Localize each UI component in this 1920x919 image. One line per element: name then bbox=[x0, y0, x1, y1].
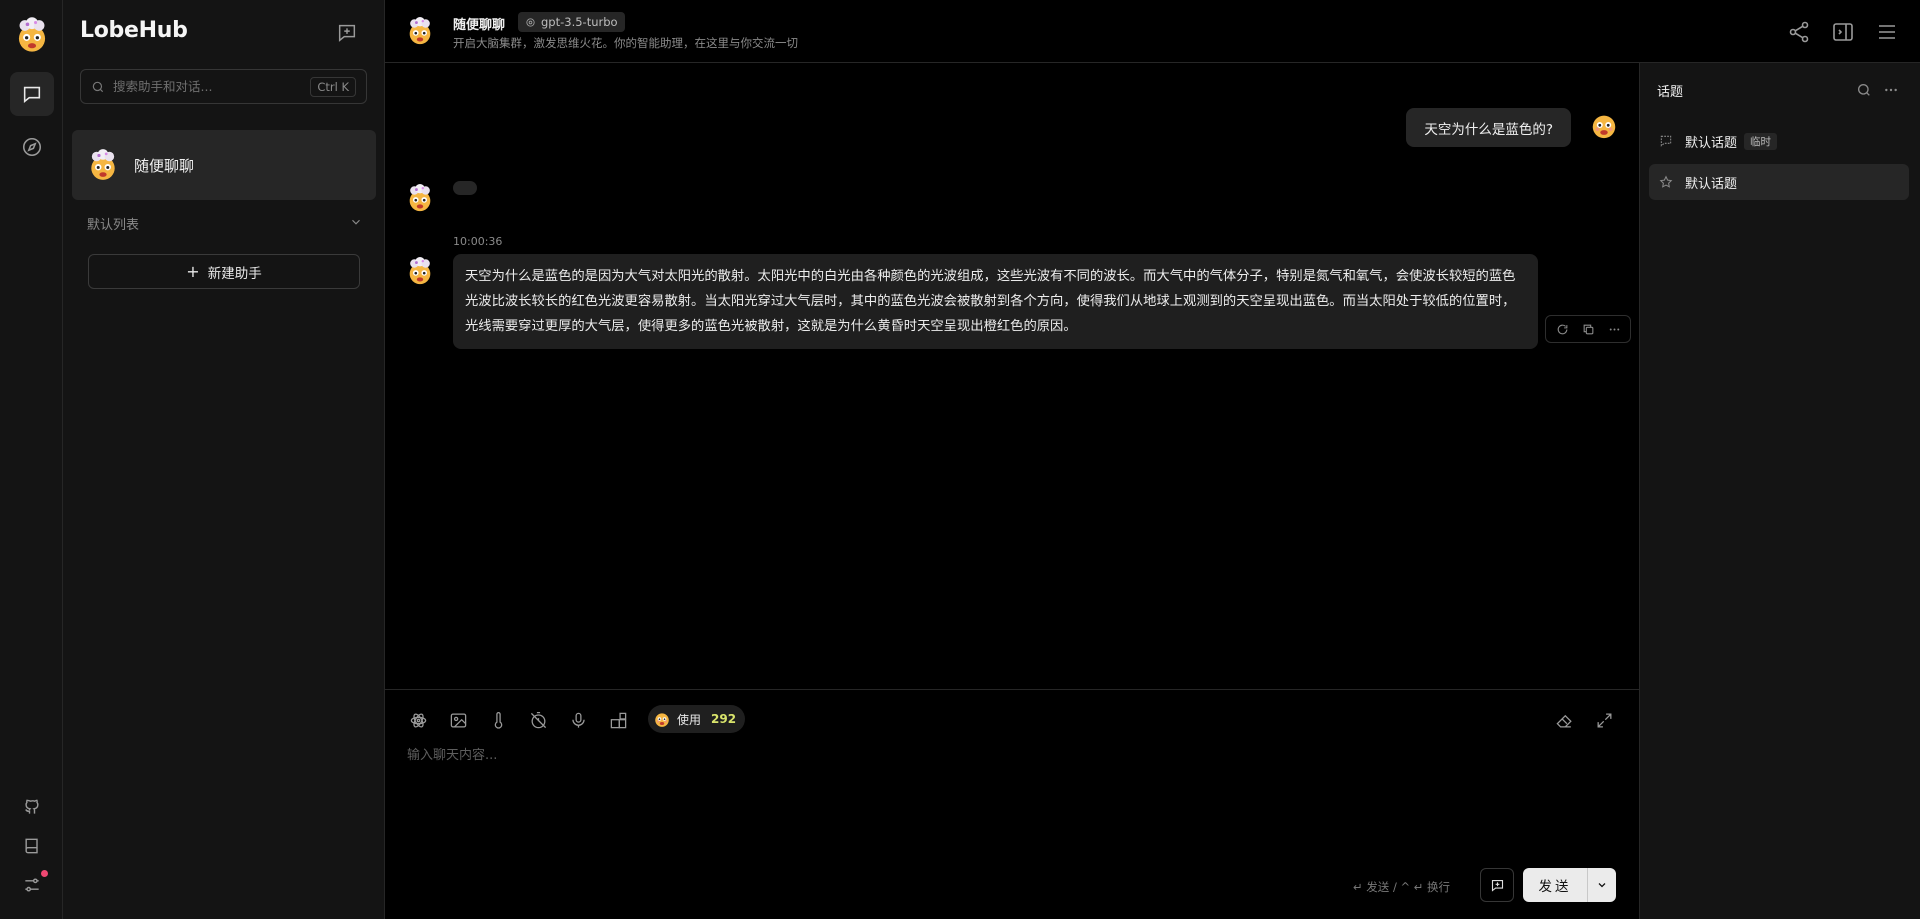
image-icon bbox=[450, 713, 466, 727]
user-message-avatar-icon bbox=[1592, 115, 1616, 139]
assistant-avatar-icon bbox=[409, 256, 431, 285]
chevron-down-icon bbox=[1598, 883, 1606, 888]
token-count: 292 bbox=[711, 712, 737, 726]
model-name: gpt-3.5-turbo bbox=[541, 15, 618, 29]
eraser-icon bbox=[1555, 714, 1572, 727]
user-avatar-icon[interactable] bbox=[13, 16, 51, 54]
topic-label: 默认话题 bbox=[1685, 135, 1738, 151]
fullscreen-button[interactable] bbox=[1593, 709, 1615, 731]
github-icon bbox=[25, 799, 39, 814]
model-tag[interactable]: gpt-3.5-turbo bbox=[518, 12, 625, 32]
session-name: 随便聊聊 bbox=[134, 156, 195, 175]
assistant-message: 天空为什么是蓝色的是因为大气对太阳光的散射。太阳光中的白光由各种颜色的光波组成，… bbox=[453, 254, 1538, 349]
notification-dot bbox=[41, 870, 48, 877]
token-emoji-icon bbox=[655, 713, 669, 727]
settings-button[interactable] bbox=[20, 870, 48, 897]
send-as-user-button[interactable] bbox=[1480, 868, 1514, 902]
thermometer-icon bbox=[494, 711, 502, 729]
chat-input-area: 使用 292 ↵ 发送 / ^ ↵ 换行 发送 bbox=[385, 689, 1639, 919]
new-assistant-button[interactable]: + 新建助手 bbox=[88, 254, 360, 289]
copy-button[interactable] bbox=[1576, 318, 1600, 340]
plugins-button[interactable] bbox=[607, 709, 629, 731]
session-sidebar: LobeHub Ctrl K 随便聊聊 默认列表 + 新建助手 bbox=[63, 0, 385, 919]
upload-image-button[interactable] bbox=[447, 709, 469, 731]
plus-icon: + bbox=[186, 262, 200, 281]
message-plus-icon bbox=[1491, 879, 1503, 892]
search-input[interactable] bbox=[113, 79, 311, 94]
voice-input-button[interactable] bbox=[567, 709, 589, 731]
send-hint: ↵ 发送 / ^ ↵ 换行 bbox=[1353, 880, 1451, 894]
timer-off-icon bbox=[530, 711, 546, 728]
chevron-down-icon[interactable] bbox=[349, 215, 363, 229]
topic-panel: 话题 默认话题 临时 默认话题 bbox=[1639, 63, 1920, 919]
menu-icon[interactable] bbox=[1875, 20, 1899, 44]
agent-title: 随便聊聊 bbox=[453, 18, 506, 33]
send-button[interactable]: 发送 bbox=[1523, 868, 1587, 902]
user-message: 天空为什么是蓝色的? bbox=[1406, 108, 1571, 147]
search-icon[interactable] bbox=[1856, 82, 1872, 98]
agent-avatar-icon[interactable] bbox=[405, 16, 435, 46]
topic-panel-title: 话题 bbox=[1657, 85, 1684, 100]
chat-list: 天空为什么是蓝色的? 10:00:36 天空为什么是蓝色的是因为大气对太阳光的散… bbox=[385, 63, 1639, 689]
send-options-button[interactable] bbox=[1587, 868, 1616, 902]
brand-logo: LobeHub bbox=[80, 18, 188, 43]
topic-label: 默认话题 bbox=[1685, 176, 1738, 192]
chat-icon bbox=[23, 86, 41, 103]
openai-icon bbox=[526, 17, 535, 27]
chat-header: 随便聊聊 gpt-3.5-turbo 开启大脑集群，激发思维火花。你的智能助理，… bbox=[385, 0, 1920, 63]
regenerate-button[interactable] bbox=[1550, 318, 1574, 340]
temporary-badge: 临时 bbox=[1744, 132, 1778, 150]
star-icon[interactable] bbox=[1659, 175, 1673, 189]
session-item[interactable]: 随便聊聊 bbox=[72, 130, 376, 200]
chat-input[interactable] bbox=[407, 744, 1607, 844]
message-actions bbox=[1545, 315, 1631, 343]
agent-description: 开启大脑集群，激发思维火花。你的智能助理，在这里与你交流一切 bbox=[453, 36, 798, 50]
more-icon bbox=[1609, 328, 1619, 330]
topic-item[interactable]: 默认话题 临时 bbox=[1649, 123, 1909, 159]
blocks-icon bbox=[610, 712, 626, 728]
refresh-icon bbox=[1557, 324, 1567, 334]
microphone-icon bbox=[571, 712, 585, 728]
group-label[interactable]: 默认列表 bbox=[87, 214, 139, 233]
loading-indicator bbox=[453, 181, 477, 195]
compass-icon bbox=[22, 137, 42, 157]
message-dashed-icon bbox=[1660, 135, 1672, 147]
history-limit-button[interactable] bbox=[527, 709, 549, 731]
temperature-button[interactable] bbox=[487, 709, 509, 731]
send-group: 发送 bbox=[1523, 868, 1616, 902]
more-icon[interactable] bbox=[1883, 82, 1899, 98]
clear-button[interactable] bbox=[1553, 709, 1575, 731]
session-avatar-icon bbox=[91, 149, 115, 180]
search-box[interactable]: Ctrl K bbox=[80, 69, 367, 104]
expand-icon bbox=[1597, 713, 1611, 727]
assistant-avatar-icon bbox=[409, 183, 431, 212]
new-assistant-label: 新建助手 bbox=[207, 265, 262, 282]
sliders-icon bbox=[25, 878, 39, 892]
chat-nav-button[interactable] bbox=[10, 72, 54, 116]
new-chat-icon[interactable] bbox=[336, 22, 358, 44]
github-button[interactable] bbox=[20, 795, 44, 819]
atom-icon bbox=[410, 712, 426, 728]
search-icon bbox=[92, 81, 104, 92]
toggle-panel-icon[interactable] bbox=[1831, 20, 1855, 44]
book-icon bbox=[25, 838, 38, 854]
nav-rail bbox=[0, 0, 63, 919]
topic-item[interactable]: 默认话题 bbox=[1649, 164, 1909, 200]
discover-nav-button[interactable] bbox=[10, 125, 54, 169]
message-timestamp: 10:00:36 bbox=[453, 235, 503, 248]
share-icon[interactable] bbox=[1787, 20, 1811, 44]
token-label: 使用 bbox=[677, 712, 702, 727]
more-button[interactable] bbox=[1602, 318, 1626, 340]
model-settings-button[interactable] bbox=[407, 709, 429, 731]
token-usage-tag[interactable]: 使用 292 bbox=[648, 705, 746, 733]
search-shortcut: Ctrl K bbox=[310, 76, 356, 97]
copy-icon bbox=[1583, 324, 1593, 334]
docs-button[interactable] bbox=[20, 834, 44, 858]
